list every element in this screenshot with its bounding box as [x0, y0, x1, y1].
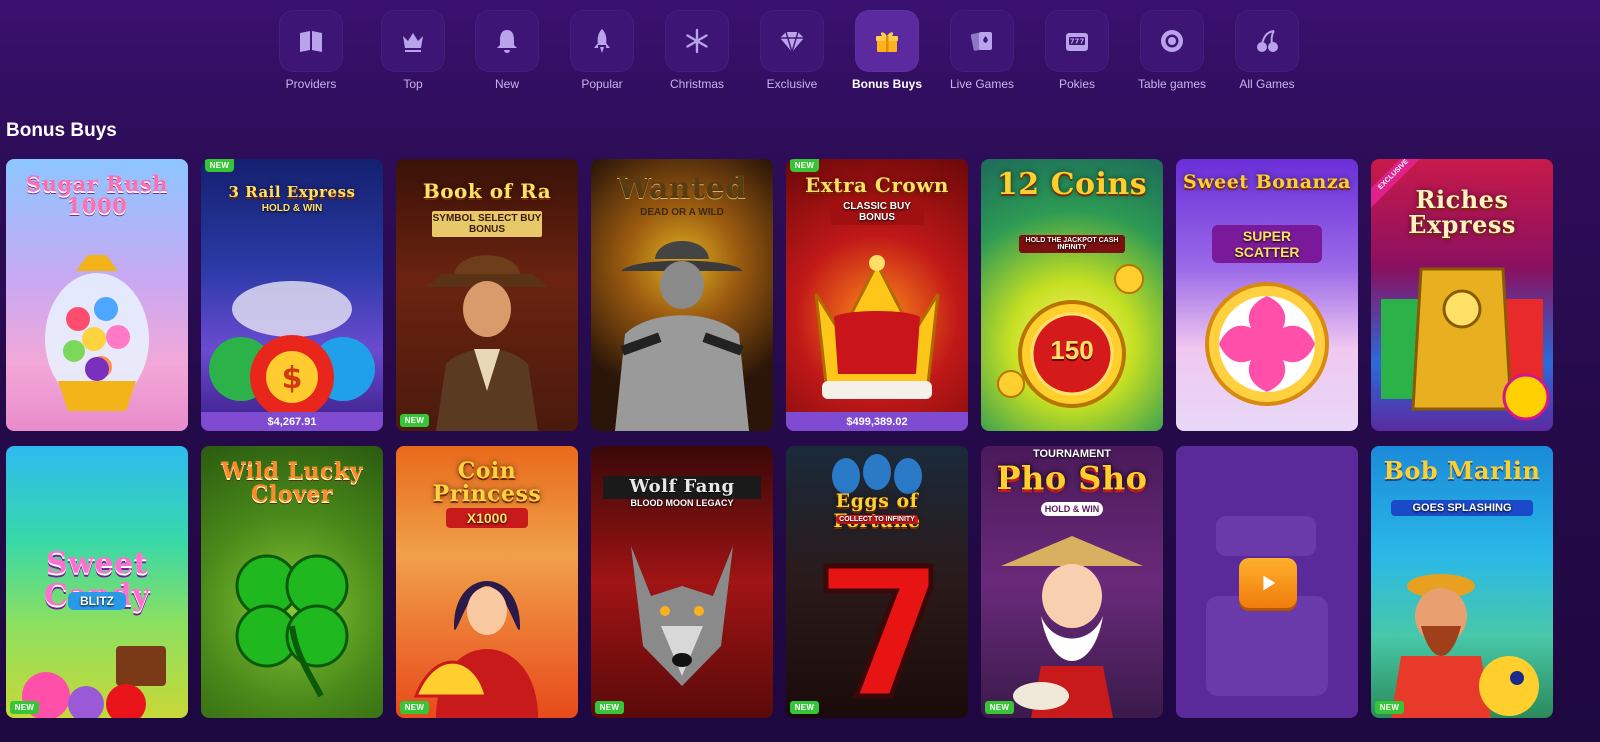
game-subtitle: COLLECT TO INFINITY [836, 515, 918, 524]
lucky-seven-art [823, 454, 934, 699]
fisherman-art [1391, 574, 1539, 718]
game-subtitle: BLITZ [68, 592, 126, 610]
category-bonus-buys[interactable]: Bonus Buys [839, 10, 935, 96]
new-badge: NEW [790, 701, 819, 714]
snowflake-icon [686, 28, 708, 54]
game-card-riches-express[interactable]: Riches Express EXCLUSIVE [1371, 159, 1553, 431]
category-label: Top [403, 77, 423, 91]
category-label: New [494, 77, 519, 91]
gift-icon [876, 32, 898, 52]
game-subtitle: X1000 [446, 508, 528, 528]
category-live-games[interactable]: Live Games [934, 10, 1030, 96]
new-badge: NEW [10, 701, 39, 714]
slot-machine-icon: 777 [1066, 33, 1088, 51]
category-label: Exclusive [766, 77, 818, 91]
category-top[interactable]: Top [365, 10, 461, 96]
crown-icon [403, 33, 423, 52]
game-subtitle: HOLD & WIN [1041, 502, 1103, 516]
svg-text:$: $ [282, 361, 303, 396]
game-title: Wanted [617, 171, 747, 206]
game-card-loading[interactable] [1176, 446, 1358, 718]
category-exclusive[interactable]: Exclusive [744, 10, 840, 96]
category-label: Live Games [949, 77, 1015, 91]
lollipop-art [1205, 282, 1329, 406]
game-card-extra-crown[interactable]: Extra Crown CLASSIC BUY BONUS NEW $499,3… [786, 159, 968, 431]
game-card-wolf-fang[interactable]: Wolf Fang BLOOD MOON LEGACY NEW [591, 446, 773, 718]
game-title: Coin Princess [432, 458, 542, 508]
category-label: Table games [1137, 77, 1207, 91]
category-providers[interactable]: Providers [263, 10, 359, 96]
game-subtitle: HOLD THE JACKPOT CASH INFINITY [1019, 235, 1125, 253]
game-title: Book of Ra [422, 179, 552, 203]
category-nav: Providers Top New Popular Christmas Excl… [0, 10, 1600, 96]
jackpot-amount: $4,267.91 [201, 412, 383, 431]
category-table-games[interactable]: Table games [1124, 10, 1220, 96]
category-christmas[interactable]: Christmas [649, 10, 745, 96]
new-badge: NEW [595, 701, 624, 714]
game-subtitle: CLASSIC BUY BONUS [830, 199, 924, 225]
game-subtitle: DEAD OR A WILD [640, 207, 724, 218]
category-label: Christmas [669, 77, 724, 91]
new-badge: NEW [400, 701, 429, 714]
game-title: Sweet Bonanza [1183, 171, 1351, 193]
game-card-3-rail-express[interactable]: $ 3 Rail Express HOLD & WIN NEW $4,267.9… [201, 159, 383, 431]
chip-icon [1161, 30, 1183, 52]
game-card-pho-sho[interactable]: TOURNAMENT Pho Sho HOLD & WIN NEW [981, 446, 1163, 718]
new-badge: NEW [985, 701, 1014, 714]
diamond-icon [780, 31, 804, 55]
category-label: Bonus Buys [851, 77, 922, 91]
game-card-coin-princess[interactable]: Coin Princess X1000 NEW [396, 446, 578, 718]
game-card-book-of-ra[interactable]: Book of Ra SYMBOL SELECT BUY BONUS NEW [396, 159, 578, 431]
game-subtitle: SUPER SCATTER [1212, 225, 1322, 263]
game-card-sweet-candy[interactable]: Sweet Candy BLITZ NEW [6, 446, 188, 718]
game-title: Bob Marlin [1383, 456, 1541, 485]
game-title: 3 Rail Express [228, 183, 356, 201]
cherries-icon [1257, 30, 1278, 52]
game-title: 12 Coins [996, 167, 1148, 202]
category-label: Popular [581, 77, 623, 91]
category-new[interactable]: New [459, 10, 555, 96]
game-card-eggs-of-fortune[interactable]: Eggs of Fortune COLLECT TO INFINITY NEW [786, 446, 968, 718]
category-popular[interactable]: Popular [554, 10, 650, 96]
category-pokies[interactable]: 777 Pokies [1029, 10, 1125, 96]
play-icon [1263, 575, 1276, 591]
game-title: Eggs of Fortune [833, 490, 920, 531]
game-subtitle: SYMBOL SELECT BUY BONUS [432, 211, 542, 237]
game-title: Wild Lucky Clover [221, 458, 363, 508]
play-button[interactable] [1239, 558, 1297, 608]
section-title: Bonus Buys [6, 120, 117, 141]
book-icon [300, 31, 322, 52]
new-badge: NEW [400, 414, 429, 427]
new-badge: NEW [790, 159, 819, 172]
category-label: All Games [1239, 77, 1295, 91]
svg-text:777: 777 [1070, 38, 1085, 46]
game-title: Sugar Rush 1000 [26, 171, 168, 219]
game-title: Wolf Fang [603, 476, 761, 499]
game-subtitle: BLOOD MOON LEGACY [630, 498, 734, 508]
game-subtitle: HOLD & WIN [261, 203, 323, 214]
category-label: Pokies [1058, 77, 1096, 91]
game-title: Extra Crown [805, 173, 949, 197]
game-card-wanted[interactable]: Wanted DEAD OR A WILD [591, 159, 773, 431]
game-title: Pho Sho [996, 459, 1148, 497]
game-title: Riches Express [1408, 185, 1516, 240]
game-card-sweet-bonanza[interactable]: Sweet Bonanza SUPER SCATTER [1176, 159, 1358, 431]
bell-icon [497, 30, 517, 53]
category-all-games[interactable]: All Games [1219, 10, 1315, 96]
game-card-sugar-rush-1000[interactable]: Sugar Rush 1000 [6, 159, 188, 431]
new-badge: NEW [205, 159, 234, 172]
game-card-12-coins[interactable]: 12 Coins HOLD THE JACKPOT CASH INFINITY … [981, 159, 1163, 431]
new-badge: NEW [1375, 701, 1404, 714]
coin-value: 150 [1050, 335, 1094, 365]
rocket-icon [594, 29, 610, 53]
game-subtitle: GOES SPLASHING [1391, 500, 1533, 516]
cards-icon [970, 32, 992, 51]
game-card-wild-lucky-clover[interactable]: Wild Lucky Clover [201, 446, 383, 718]
jackpot-amount: $499,389.02 [786, 412, 968, 431]
game-card-bob-marlin[interactable]: Bob Marlin GOES SPLASHING NEW [1371, 446, 1553, 718]
category-label: Providers [285, 77, 337, 91]
